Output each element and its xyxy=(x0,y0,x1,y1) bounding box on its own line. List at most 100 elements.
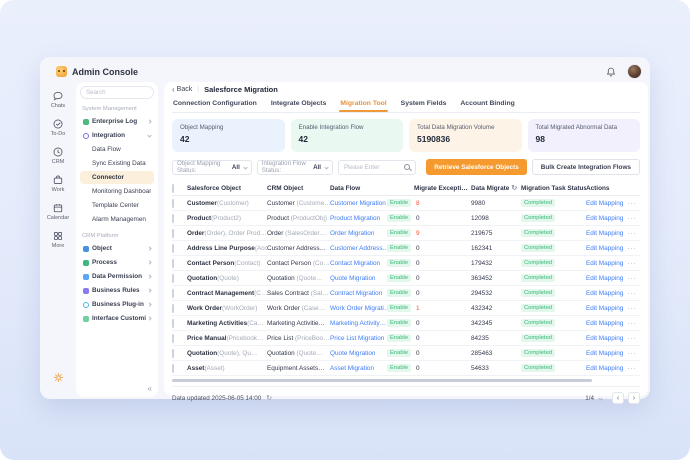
refresh-icon[interactable]: ↻ xyxy=(266,394,272,402)
edit-mapping-link[interactable]: Edit Mapping xyxy=(586,230,623,237)
row-checkbox[interactable] xyxy=(172,303,174,313)
enable-badge[interactable]: Enable xyxy=(387,213,412,223)
sidebar-item-connector[interactable]: Connector xyxy=(80,171,154,184)
row-checkbox[interactable] xyxy=(172,333,174,343)
data-flow-link[interactable]: Product Migration xyxy=(330,215,387,222)
rail-item-crm[interactable]: CRM xyxy=(52,146,64,165)
enable-badge[interactable]: Enable xyxy=(387,363,412,373)
sidebar-item-object[interactable]: Object xyxy=(80,242,154,255)
sidebar-item-data-permission[interactable]: Data Permission xyxy=(80,270,154,283)
enable-badge[interactable]: Enable xyxy=(387,288,412,298)
more-actions-button[interactable]: ··· xyxy=(627,215,636,222)
page-select[interactable]: 1/4 xyxy=(585,395,603,402)
settings-gear-icon[interactable] xyxy=(52,371,65,389)
rail-item-todo[interactable]: To-Do xyxy=(51,118,65,137)
tab-system-fields[interactable]: System Fields xyxy=(400,97,448,112)
sidebar-collapse-button[interactable]: « xyxy=(148,384,152,393)
sidebar-item-template-center[interactable]: Template Center xyxy=(80,199,154,212)
sidebar-item-process[interactable]: Process xyxy=(80,256,154,269)
edit-mapping-link[interactable]: Edit Mapping xyxy=(586,350,623,357)
more-actions-button[interactable]: ··· xyxy=(627,260,636,267)
edit-mapping-link[interactable]: Edit Mapping xyxy=(586,215,623,222)
data-flow-link[interactable]: Customer Address… xyxy=(330,245,387,252)
refresh-icon[interactable]: ↻ xyxy=(511,185,517,192)
enable-badge[interactable]: Enable xyxy=(387,348,412,358)
row-checkbox[interactable] xyxy=(172,213,174,223)
sidebar-item-data-flow[interactable]: Data Flow xyxy=(80,143,154,156)
sidebar-item-interface-customization[interactable]: Interface Customization xyxy=(80,312,154,325)
enable-badge[interactable]: Enable xyxy=(387,228,412,238)
data-flow-link[interactable]: Order Migration xyxy=(330,230,387,237)
sidebar-item-alarm-managemen[interactable]: Alarm Managemen xyxy=(80,213,154,226)
horizontal-scrollbar[interactable] xyxy=(172,379,592,382)
edit-mapping-link[interactable]: Edit Mapping xyxy=(586,245,623,252)
row-checkbox[interactable] xyxy=(172,348,174,358)
enable-badge[interactable]: Enable xyxy=(387,198,412,208)
rail-item-calendar[interactable]: Calendar xyxy=(47,202,69,221)
data-flow-link[interactable]: Work Order Migrati… xyxy=(330,305,387,312)
row-checkbox[interactable] xyxy=(172,273,174,283)
row-checkbox[interactable] xyxy=(172,318,174,328)
sidebar-item-business-plug-in[interactable]: Business Plug-in xyxy=(80,298,154,311)
edit-mapping-link[interactable]: Edit Mapping xyxy=(586,275,623,282)
data-flow-link[interactable]: Price List Migration xyxy=(330,335,387,342)
more-actions-button[interactable]: ··· xyxy=(627,275,636,282)
edit-mapping-link[interactable]: Edit Mapping xyxy=(586,200,623,207)
tab-integrate-objects[interactable]: Integrate Objects xyxy=(270,97,328,112)
more-actions-button[interactable]: ··· xyxy=(627,365,636,372)
data-flow-link[interactable]: Customer Migration xyxy=(330,200,387,207)
table-search-input[interactable]: Please Enter xyxy=(338,159,417,175)
object-mapping-status-select[interactable]: Object Mapping Status: All xyxy=(172,159,252,175)
data-flow-link[interactable]: Quote Migration xyxy=(330,275,387,282)
edit-mapping-link[interactable]: Edit Mapping xyxy=(586,335,623,342)
tab-account-binding[interactable]: Account Binding xyxy=(459,97,515,112)
row-checkbox[interactable] xyxy=(172,363,174,373)
more-actions-button[interactable]: ··· xyxy=(627,320,636,327)
prev-page-button[interactable]: ‹ xyxy=(612,392,624,404)
row-checkbox[interactable] xyxy=(172,288,174,298)
more-actions-button[interactable]: ··· xyxy=(627,335,636,342)
row-checkbox[interactable] xyxy=(172,198,174,208)
sidebar-item-business-rules[interactable]: Business Rules xyxy=(80,284,154,297)
enable-badge[interactable]: Enable xyxy=(387,273,412,283)
rail-item-more[interactable]: More xyxy=(52,230,64,249)
rail-item-work[interactable]: Work xyxy=(52,174,64,193)
retrieve-salesforce-objects-button[interactable]: Retrieve Salesforce Objects xyxy=(426,159,527,175)
sidebar-item-monitoring-dashboard[interactable]: Monitoring Dashboard xyxy=(80,185,154,198)
rail-item-chats[interactable]: Chats xyxy=(51,90,65,109)
enable-badge[interactable]: Enable xyxy=(387,243,412,253)
sidebar-item-integration[interactable]: Integration xyxy=(80,129,154,142)
select-all-checkbox[interactable] xyxy=(172,183,174,193)
more-actions-button[interactable]: ··· xyxy=(627,200,636,207)
more-actions-button[interactable]: ··· xyxy=(627,290,636,297)
data-flow-link[interactable]: Asset Migration xyxy=(330,365,387,372)
next-page-button[interactable]: › xyxy=(628,392,640,404)
sidebar-item-sync-existing-data[interactable]: Sync Existing Data xyxy=(80,157,154,170)
tab-migration-tool[interactable]: Migration Tool xyxy=(339,97,388,112)
data-flow-link[interactable]: Contact Migration xyxy=(330,260,387,267)
edit-mapping-link[interactable]: Edit Mapping xyxy=(586,365,623,372)
edit-mapping-link[interactable]: Edit Mapping xyxy=(586,260,623,267)
more-actions-button[interactable]: ··· xyxy=(627,230,636,237)
edit-mapping-link[interactable]: Edit Mapping xyxy=(586,320,623,327)
data-flow-link[interactable]: Contract Migration xyxy=(330,290,387,297)
enable-badge[interactable]: Enable xyxy=(387,333,412,343)
back-chevron-icon[interactable]: ‹ xyxy=(172,85,175,94)
enable-badge[interactable]: Enable xyxy=(387,258,412,268)
row-checkbox[interactable] xyxy=(172,243,174,253)
sidebar-search-input[interactable]: Search xyxy=(80,86,154,99)
tab-connection-configuration[interactable]: Connection Configuration xyxy=(172,97,258,112)
notification-bell-icon[interactable] xyxy=(605,66,617,78)
more-actions-button[interactable]: ··· xyxy=(627,245,636,252)
user-avatar[interactable] xyxy=(627,64,642,79)
integration-flow-status-select[interactable]: Integration Flow Status: All xyxy=(256,159,334,175)
more-actions-button[interactable]: ··· xyxy=(627,305,636,312)
enable-badge[interactable]: Enable xyxy=(387,318,412,328)
enable-badge[interactable]: Enable xyxy=(387,303,412,313)
edit-mapping-link[interactable]: Edit Mapping xyxy=(586,305,623,312)
data-flow-link[interactable]: Marketing Activity… xyxy=(330,320,387,327)
edit-mapping-link[interactable]: Edit Mapping xyxy=(586,290,623,297)
data-flow-link[interactable]: Quote Migration xyxy=(330,350,387,357)
sidebar-item-enterprise-log[interactable]: Enterprise Log xyxy=(80,115,154,128)
back-link[interactable]: Back xyxy=(177,86,193,93)
